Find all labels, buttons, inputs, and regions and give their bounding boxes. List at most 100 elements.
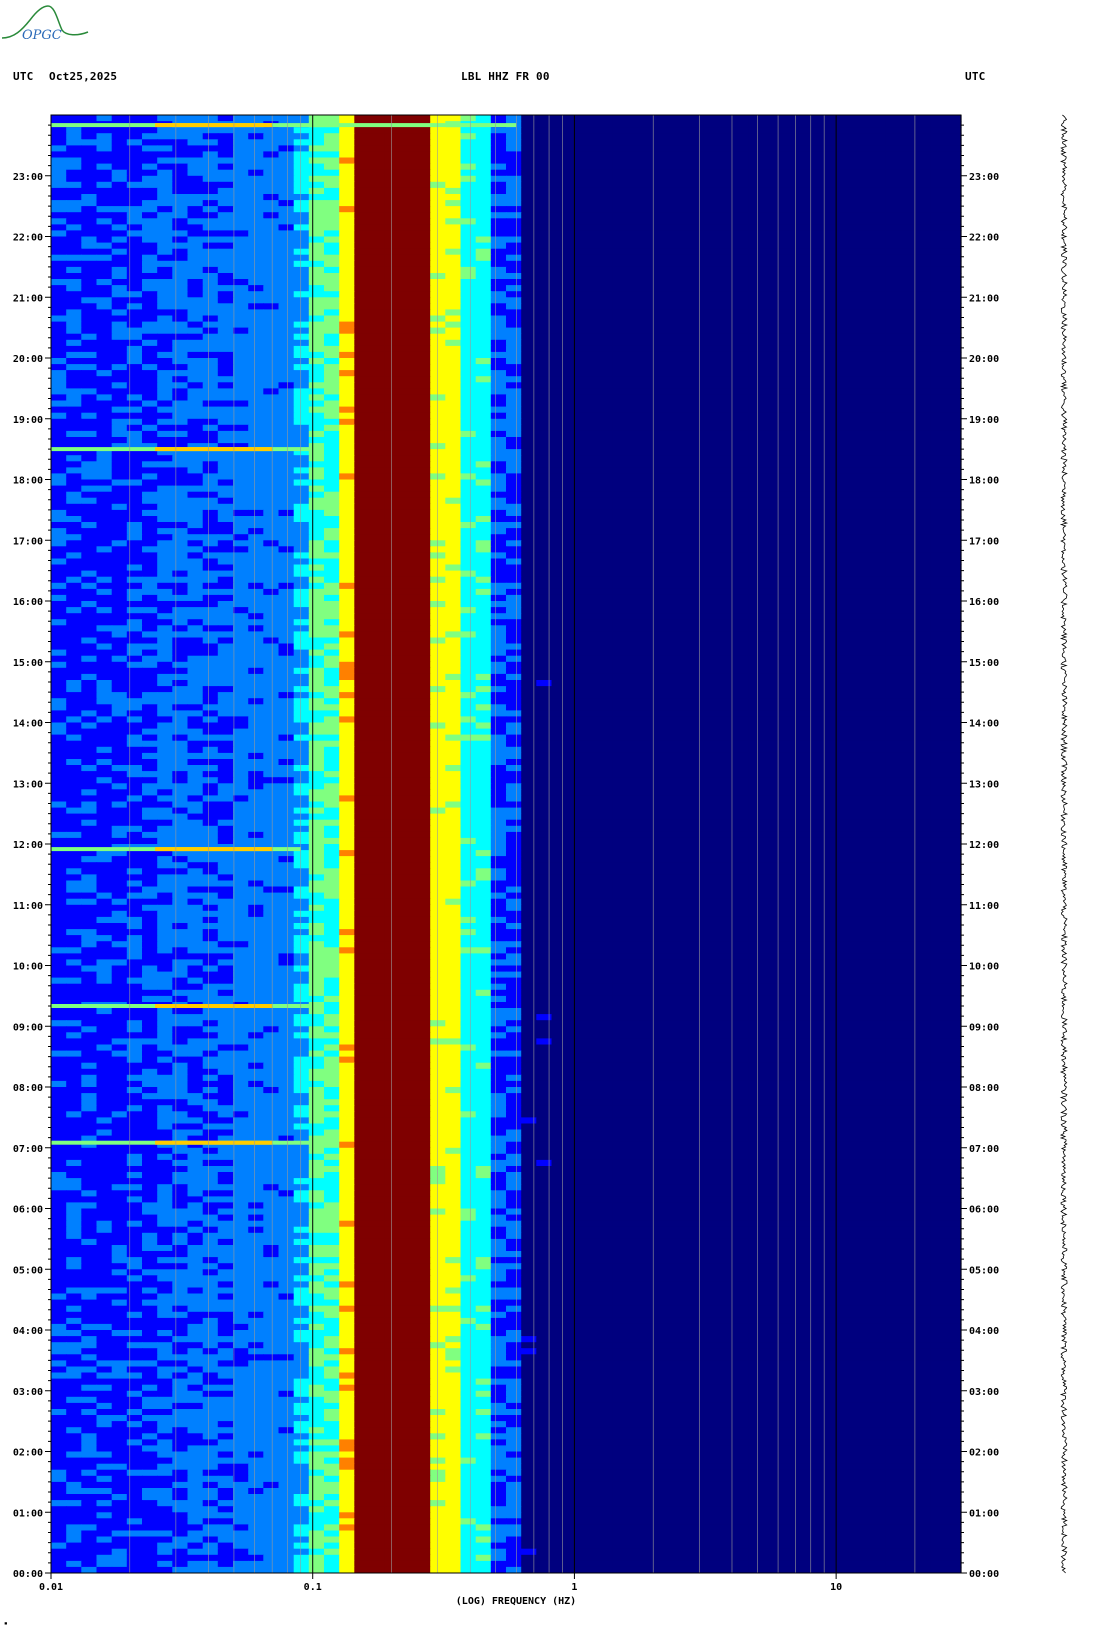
heat-cell xyxy=(627,170,643,177)
heat-cell xyxy=(476,425,492,432)
heat-cell xyxy=(248,237,264,244)
heat-cell xyxy=(385,486,401,493)
heat-cell xyxy=(294,346,310,353)
heat-cell xyxy=(597,243,613,250)
heat-cell xyxy=(900,376,916,383)
heat-cell xyxy=(279,546,295,553)
heat-cell xyxy=(582,182,598,189)
heat-cell xyxy=(279,200,295,207)
heat-cell xyxy=(779,376,795,383)
heat-cell xyxy=(779,309,795,316)
heat-cell xyxy=(385,322,401,329)
heat-cell xyxy=(946,467,962,474)
heat-cell xyxy=(734,419,750,426)
heat-cell xyxy=(370,358,386,365)
heat-cell xyxy=(552,127,568,134)
heat-cell xyxy=(840,346,856,353)
heat-cell xyxy=(157,328,173,335)
heat-cell xyxy=(51,589,67,596)
heat-cell xyxy=(552,352,568,359)
heat-cell xyxy=(248,407,264,414)
heat-cell xyxy=(582,139,598,146)
heat-cell xyxy=(263,158,279,165)
heat-cell xyxy=(263,182,279,189)
heat-cell xyxy=(218,601,234,608)
heat-cell xyxy=(354,285,370,292)
heat-cell xyxy=(688,328,704,335)
heat-cell xyxy=(597,212,613,219)
heat-cell xyxy=(491,273,507,280)
heat-cell xyxy=(673,528,689,535)
heat-cell xyxy=(491,170,507,177)
heat-cell xyxy=(825,492,841,499)
heat-cell xyxy=(218,467,234,474)
heat-cell xyxy=(536,188,552,195)
heat-cell xyxy=(279,601,295,608)
heat-cell xyxy=(627,504,643,511)
heat-cell xyxy=(97,431,113,438)
heat-cell xyxy=(612,559,628,566)
heat-cell xyxy=(946,546,962,553)
heat-cell xyxy=(840,401,856,408)
heat-cell xyxy=(233,437,249,444)
heat-cell xyxy=(218,516,234,523)
heat-cell xyxy=(263,486,279,493)
heat-cell xyxy=(658,212,674,219)
heat-cell xyxy=(339,237,355,244)
heat-cell xyxy=(370,565,386,572)
heat-cell xyxy=(127,303,143,310)
heat-cell xyxy=(81,431,97,438)
heat-cell xyxy=(627,565,643,572)
heat-cell xyxy=(931,455,947,462)
heat-cell xyxy=(885,370,901,377)
heat-cell xyxy=(112,188,128,195)
heat-cell xyxy=(885,261,901,268)
heat-cell xyxy=(855,431,871,438)
heat-cell xyxy=(855,552,871,559)
heat-cell xyxy=(612,224,628,231)
heat-cell xyxy=(764,370,780,377)
heat-cell xyxy=(445,589,461,596)
heat-cell xyxy=(279,431,295,438)
heat-cell xyxy=(673,565,689,572)
heat-cell xyxy=(263,212,279,219)
heat-cell xyxy=(370,504,386,511)
heat-cell xyxy=(809,601,825,608)
heat-cell xyxy=(476,546,492,553)
heat-cell xyxy=(218,139,234,146)
heat-cell xyxy=(279,291,295,298)
heat-cell xyxy=(931,261,947,268)
heat-cell xyxy=(855,571,871,578)
heat-cell xyxy=(506,164,522,171)
heat-cell xyxy=(172,224,188,231)
heat-cell xyxy=(825,394,841,401)
heat-cell xyxy=(658,218,674,225)
heat-cell xyxy=(870,145,886,152)
heat-cell xyxy=(157,133,173,140)
heat-cell xyxy=(552,376,568,383)
heat-cell xyxy=(552,394,568,401)
heat-cell xyxy=(97,224,113,231)
heat-cell xyxy=(354,115,370,122)
heat-cell xyxy=(552,334,568,341)
heat-cell xyxy=(809,419,825,426)
heat-cell xyxy=(188,170,204,177)
heat-cell xyxy=(825,534,841,541)
heat-cell xyxy=(66,595,82,602)
heat-cell xyxy=(597,249,613,256)
heat-cell xyxy=(172,230,188,237)
heat-cell xyxy=(749,121,765,128)
heat-cell xyxy=(643,188,659,195)
heat-cell xyxy=(582,437,598,444)
heat-cell xyxy=(506,151,522,158)
heat-cell xyxy=(809,407,825,414)
heat-cell xyxy=(855,522,871,529)
heat-cell xyxy=(294,316,310,323)
heat-cell xyxy=(794,492,810,499)
heat-cell xyxy=(279,583,295,590)
heat-cell xyxy=(370,158,386,165)
heat-cell xyxy=(870,401,886,408)
heat-cell xyxy=(112,158,128,165)
heat-cell xyxy=(673,546,689,553)
heat-cell xyxy=(794,328,810,335)
